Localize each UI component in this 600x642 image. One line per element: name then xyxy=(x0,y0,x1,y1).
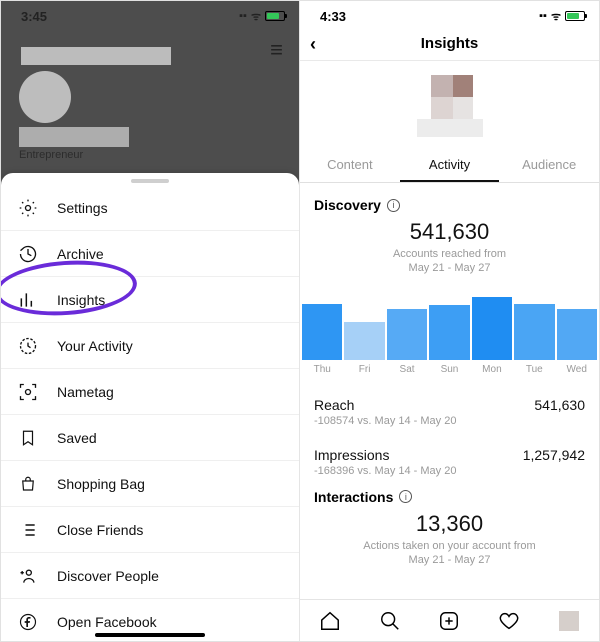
bar-Sat[interactable] xyxy=(387,309,427,360)
impressions-delta: -168396 vs. May 14 - May 20 xyxy=(314,465,585,477)
battery-icon xyxy=(565,11,585,21)
impressions-value: 1,257,942 xyxy=(523,447,585,463)
menu-item-saved[interactable]: Saved xyxy=(1,415,299,461)
status-bar: 4:33 ▪▪ ᯤ xyxy=(300,1,599,27)
profile-menu-screen: 3:45 ▪▪ ᯤ ≡ Entrepreneur Se xyxy=(1,1,300,641)
profile-displayname-redacted xyxy=(19,127,129,147)
search-icon[interactable] xyxy=(379,610,401,632)
reach-row[interactable]: Reach 541,630 xyxy=(314,389,585,413)
x-label: Sun xyxy=(429,364,469,375)
discovery-bar-chart xyxy=(300,292,599,360)
menu-list: Settings Archive Insights Your Activity … xyxy=(1,185,299,641)
menu-item-nametag[interactable]: Nametag xyxy=(1,369,299,415)
wifi-icon: ᯤ xyxy=(251,9,261,24)
bottom-tab-bar xyxy=(300,599,599,641)
x-label: Thu xyxy=(302,364,342,375)
profile-avatar[interactable] xyxy=(19,71,71,123)
menu-item-insights[interactable]: Insights xyxy=(1,277,299,323)
x-label: Mon xyxy=(472,364,512,375)
interactions-subtitle: Actions taken on your account fromMay 21… xyxy=(314,539,585,568)
tab-audience[interactable]: Audience xyxy=(499,147,599,182)
bar-Wed[interactable] xyxy=(557,309,597,360)
grab-handle[interactable] xyxy=(131,179,169,183)
menu-item-label: Nametag xyxy=(57,384,114,400)
menu-item-label: Your Activity xyxy=(57,338,133,354)
signal-icon: ▪▪ xyxy=(539,10,547,22)
profile-handle-redacted xyxy=(21,47,171,65)
signal-icon: ▪▪ xyxy=(239,10,247,22)
bar-Thu[interactable] xyxy=(302,304,342,360)
menu-item-discover-people[interactable]: Discover People xyxy=(1,553,299,599)
reach-label: Reach xyxy=(314,397,354,413)
menu-item-label: Shopping Bag xyxy=(57,476,145,492)
profile-tab-avatar[interactable] xyxy=(558,610,580,632)
discovery-total: 541,630 xyxy=(314,219,585,245)
bag-icon xyxy=(17,473,39,495)
chart-x-axis: ThuFriSatSunMonTueWed xyxy=(300,364,599,375)
status-time: 4:33 xyxy=(320,9,346,24)
menu-item-label: Archive xyxy=(57,246,104,262)
status-bar: 3:45 ▪▪ ᯤ xyxy=(1,1,299,27)
list-icon xyxy=(17,519,39,541)
tab-activity[interactable]: Activity xyxy=(400,147,500,182)
profile-bio: Entrepreneur xyxy=(19,149,285,161)
info-icon[interactable]: i xyxy=(387,199,400,212)
home-icon[interactable] xyxy=(319,610,341,632)
activity-icon xyxy=(17,335,39,357)
menu-item-label: Insights xyxy=(57,292,105,308)
impressions-label: Impressions xyxy=(314,447,389,463)
insights-icon xyxy=(17,289,39,311)
activity-heart-icon[interactable] xyxy=(498,610,520,632)
x-label: Tue xyxy=(514,364,554,375)
battery-icon xyxy=(265,11,285,21)
x-label: Wed xyxy=(557,364,597,375)
discovery-subtitle: Accounts reached fromMay 21 - May 27 xyxy=(314,247,585,276)
x-label: Sat xyxy=(387,364,427,375)
gear-icon xyxy=(17,197,39,219)
discover-icon xyxy=(17,565,39,587)
menu-item-label: Saved xyxy=(57,430,97,446)
page-header: ‹ Insights xyxy=(300,27,599,61)
x-label: Fri xyxy=(344,364,384,375)
insights-tabs: Content Activity Audience xyxy=(300,147,599,183)
impressions-row[interactable]: Impressions 1,257,942 xyxy=(314,439,585,463)
saved-icon xyxy=(17,427,39,449)
back-button[interactable]: ‹ xyxy=(310,34,316,55)
interactions-total: 13,360 xyxy=(314,511,585,537)
hamburger-icon[interactable]: ≡ xyxy=(270,37,283,63)
menu-item-close-friends[interactable]: Close Friends xyxy=(1,507,299,553)
interactions-heading: Interactions i xyxy=(314,489,585,505)
insights-screen: 4:33 ▪▪ ᯤ ‹ Insights Content Activity Au… xyxy=(300,1,599,641)
menu-sheet: Settings Archive Insights Your Activity … xyxy=(1,173,299,641)
bar-Tue[interactable] xyxy=(514,304,554,360)
bar-Sun[interactable] xyxy=(429,305,469,359)
menu-item-label: Discover People xyxy=(57,568,159,584)
facebook-icon xyxy=(17,611,39,633)
page-title: Insights xyxy=(421,35,479,52)
bar-Mon[interactable] xyxy=(472,297,512,360)
reach-value: 541,630 xyxy=(534,397,585,413)
reach-delta: -108574 vs. May 14 - May 20 xyxy=(314,415,585,427)
menu-item-settings[interactable]: Settings xyxy=(1,185,299,231)
bar-Fri[interactable] xyxy=(344,322,384,360)
tab-content[interactable]: Content xyxy=(300,147,400,182)
new-post-icon[interactable] xyxy=(438,610,460,632)
discovery-heading: Discovery i xyxy=(314,197,585,213)
menu-item-label: Settings xyxy=(57,200,108,216)
nametag-icon xyxy=(17,381,39,403)
status-time: 3:45 xyxy=(21,9,47,24)
menu-item-label: Open Facebook xyxy=(57,614,157,630)
archive-icon xyxy=(17,243,39,265)
menu-item-archive[interactable]: Archive xyxy=(1,231,299,277)
menu-item-label: Close Friends xyxy=(57,522,143,538)
menu-item-shopping-bag[interactable]: Shopping Bag xyxy=(1,461,299,507)
info-icon[interactable]: i xyxy=(399,490,412,503)
menu-item-your-activity[interactable]: Your Activity xyxy=(1,323,299,369)
wifi-icon: ᯤ xyxy=(551,9,561,24)
profile-picture-redacted xyxy=(417,75,483,141)
home-indicator xyxy=(95,633,205,637)
